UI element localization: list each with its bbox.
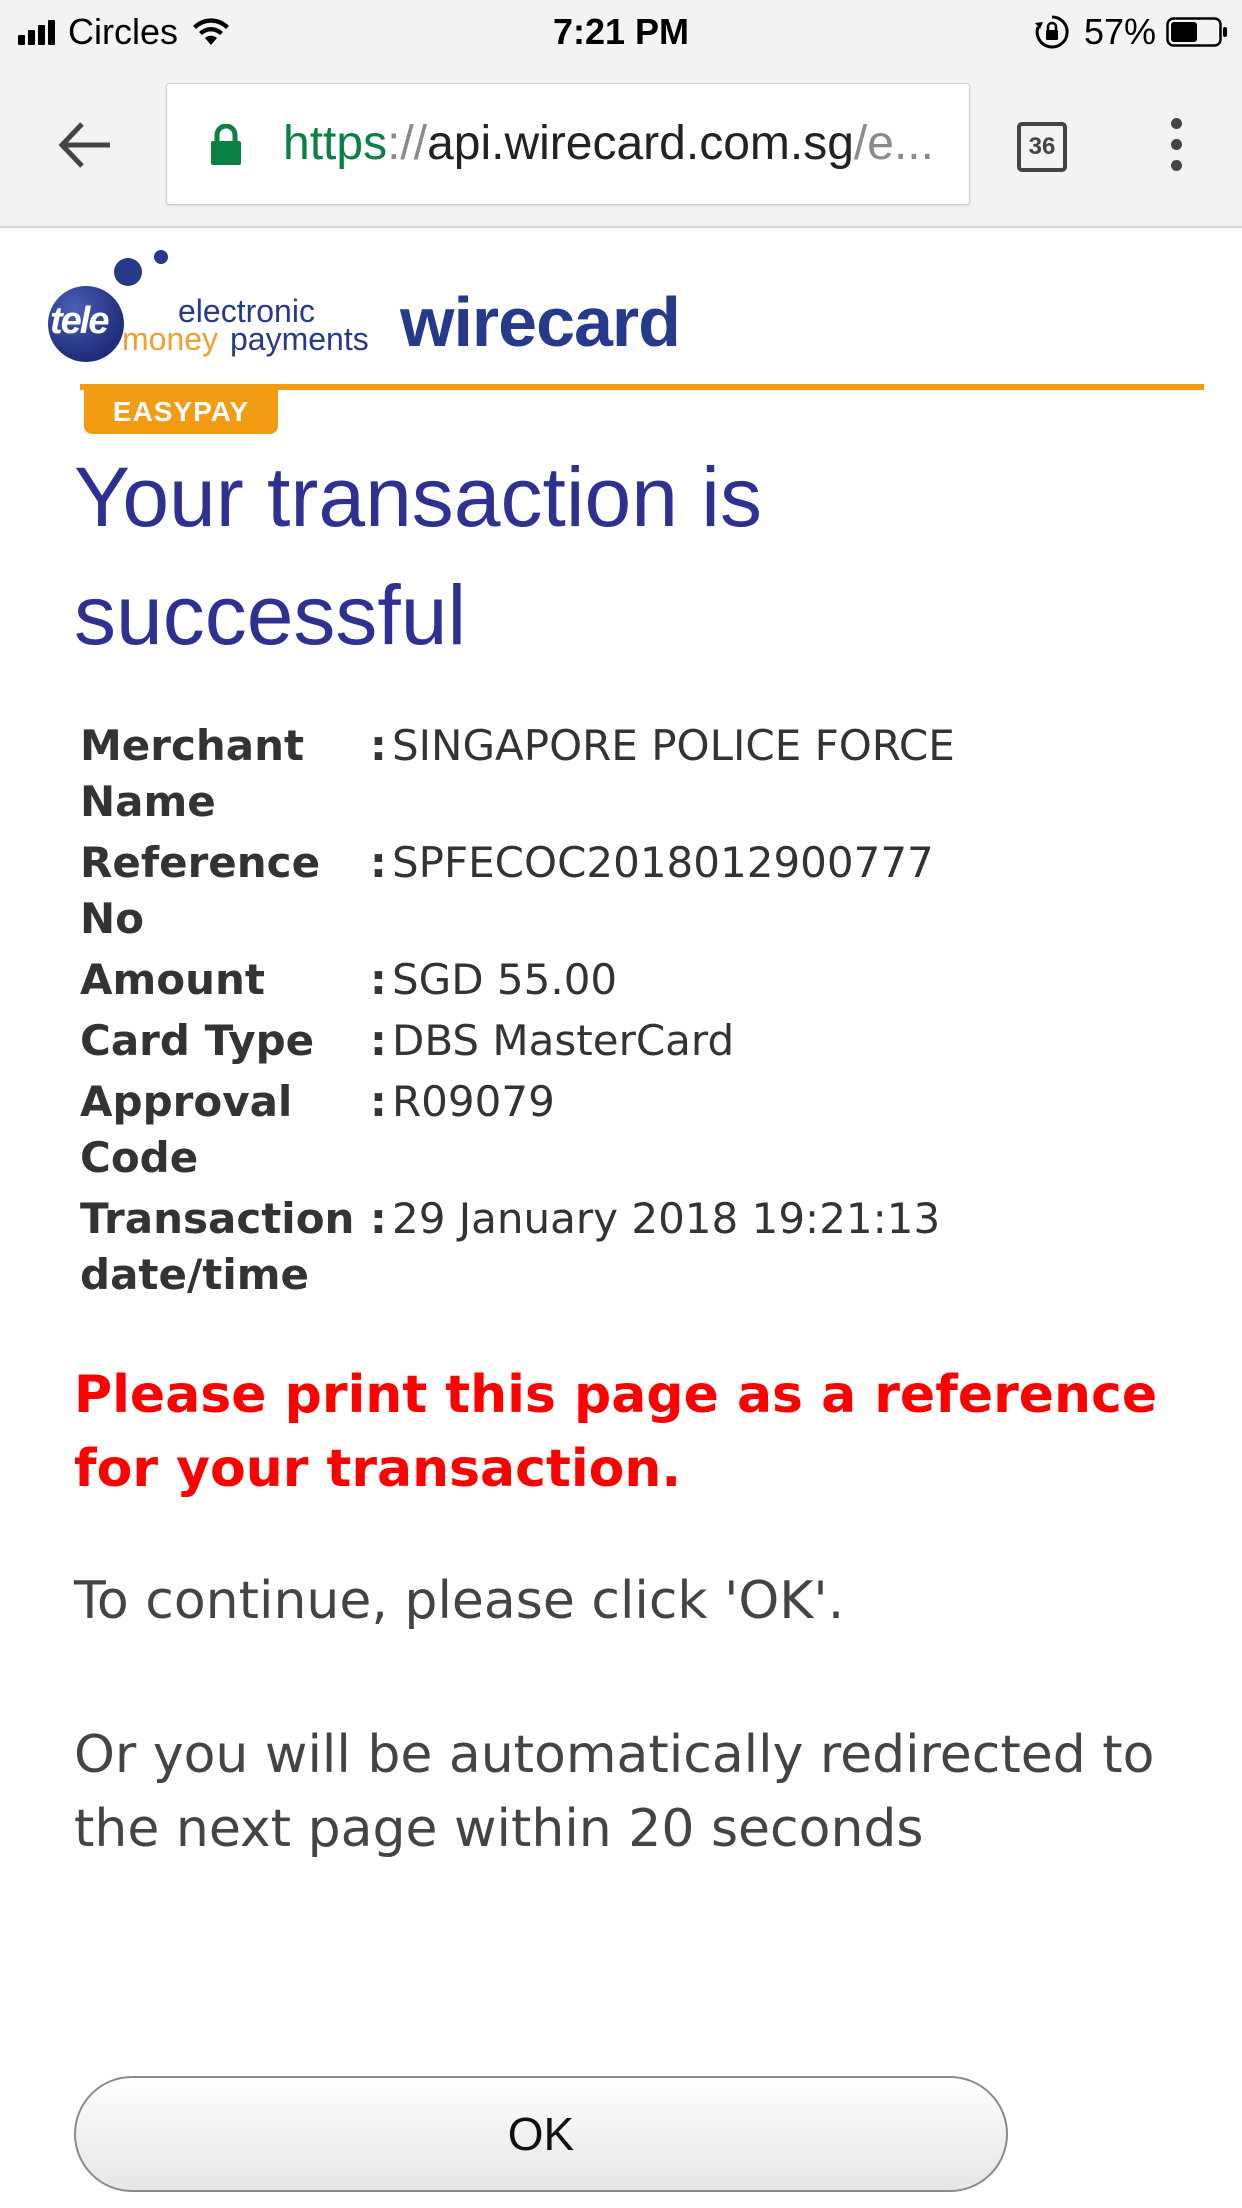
overflow-menu-icon[interactable] xyxy=(1164,118,1188,178)
detail-row: Amount: SGD 55.00 xyxy=(80,952,1180,1013)
detail-row: Card Type: DBS MasterCard xyxy=(80,1013,1180,1074)
ok-button[interactable]: OK xyxy=(74,2076,1008,2192)
wirecard-logo: wirecard xyxy=(400,283,681,361)
url-scheme: https xyxy=(283,117,388,170)
page-content: tele electronic money payments wirecard … xyxy=(0,228,1242,2208)
url-text: https://api.wirecard.com.sg/e... xyxy=(283,116,953,172)
page-title: Your transaction is successful xyxy=(74,450,762,662)
detail-label: Merchant Name xyxy=(80,721,305,826)
battery-icon xyxy=(1166,17,1227,47)
detail-value: 29 January 2018 19:21:13 xyxy=(392,1194,941,1243)
detail-value: DBS MasterCard xyxy=(392,1016,735,1065)
detail-colon: : xyxy=(370,721,387,770)
url-host: api.wirecard.com.sg xyxy=(427,117,854,170)
detail-row: Reference No: SPFECOC2018012900777 xyxy=(80,835,1180,952)
browser-toolbar: https://api.wirecard.com.sg/e... 36 xyxy=(0,64,1242,228)
logo-dot-small xyxy=(154,250,168,264)
detail-colon: : xyxy=(370,1016,387,1065)
detail-row: Transaction date/time:29 January 2018 19… xyxy=(80,1191,1180,1308)
back-arrow-icon[interactable] xyxy=(52,112,118,178)
address-bar[interactable]: https://api.wirecard.com.sg/e... xyxy=(166,83,970,205)
detail-value: SGD 55.00 xyxy=(392,955,618,1004)
print-reminder: Please print this page as a reference fo… xyxy=(74,1365,1158,1499)
detail-label: Transaction date/time xyxy=(80,1194,355,1299)
continue-instruction: To continue, please click 'OK'. xyxy=(74,1571,845,1631)
detail-colon: : xyxy=(370,838,387,887)
status-right: 57% xyxy=(1034,10,1228,54)
detail-row: Merchant Name: SINGAPORE POLICE FORCE xyxy=(80,718,1180,835)
detail-colon: : xyxy=(370,1194,387,1243)
detail-colon: : xyxy=(370,1077,387,1126)
detail-label: Approval Code xyxy=(80,1077,293,1182)
easypay-tab: EASYPAY xyxy=(84,390,278,434)
detail-label: Amount xyxy=(80,955,266,1004)
battery-percent: 57% xyxy=(1083,11,1156,52)
detail-label: Reference No xyxy=(80,838,321,943)
logo-payments: payments xyxy=(230,321,369,357)
transaction-details: Merchant Name: SINGAPORE POLICE FORCE Refe… xyxy=(80,718,1180,1308)
redirect-notice: Or you will be automatically redirected … xyxy=(74,1725,1155,1859)
logo-money: money xyxy=(122,321,219,357)
logo-dot-large xyxy=(114,258,142,286)
secure-lock-icon xyxy=(211,124,241,165)
detail-label: Card Type xyxy=(80,1016,315,1065)
detail-value: R09079 xyxy=(392,1077,555,1126)
tab-switcher-button[interactable]: 36 xyxy=(1017,122,1067,172)
rotation-lock-icon xyxy=(1034,15,1069,49)
status-bar: Circles 7:21 PM 57% xyxy=(0,0,1242,64)
url-separator: :// xyxy=(387,117,428,170)
url-path: /e... xyxy=(853,117,934,170)
telemoney-wirecard-logo: tele electronic money payments wirecard … xyxy=(44,242,1204,442)
detail-value: SINGAPORE POLICE FORCE xyxy=(392,721,955,770)
detail-colon: : xyxy=(370,955,387,1004)
detail-value: SPFECOC2018012900777 xyxy=(392,838,934,887)
detail-row: Approval Code: R09079 xyxy=(80,1074,1180,1191)
tele-logo-text: tele xyxy=(50,300,110,342)
